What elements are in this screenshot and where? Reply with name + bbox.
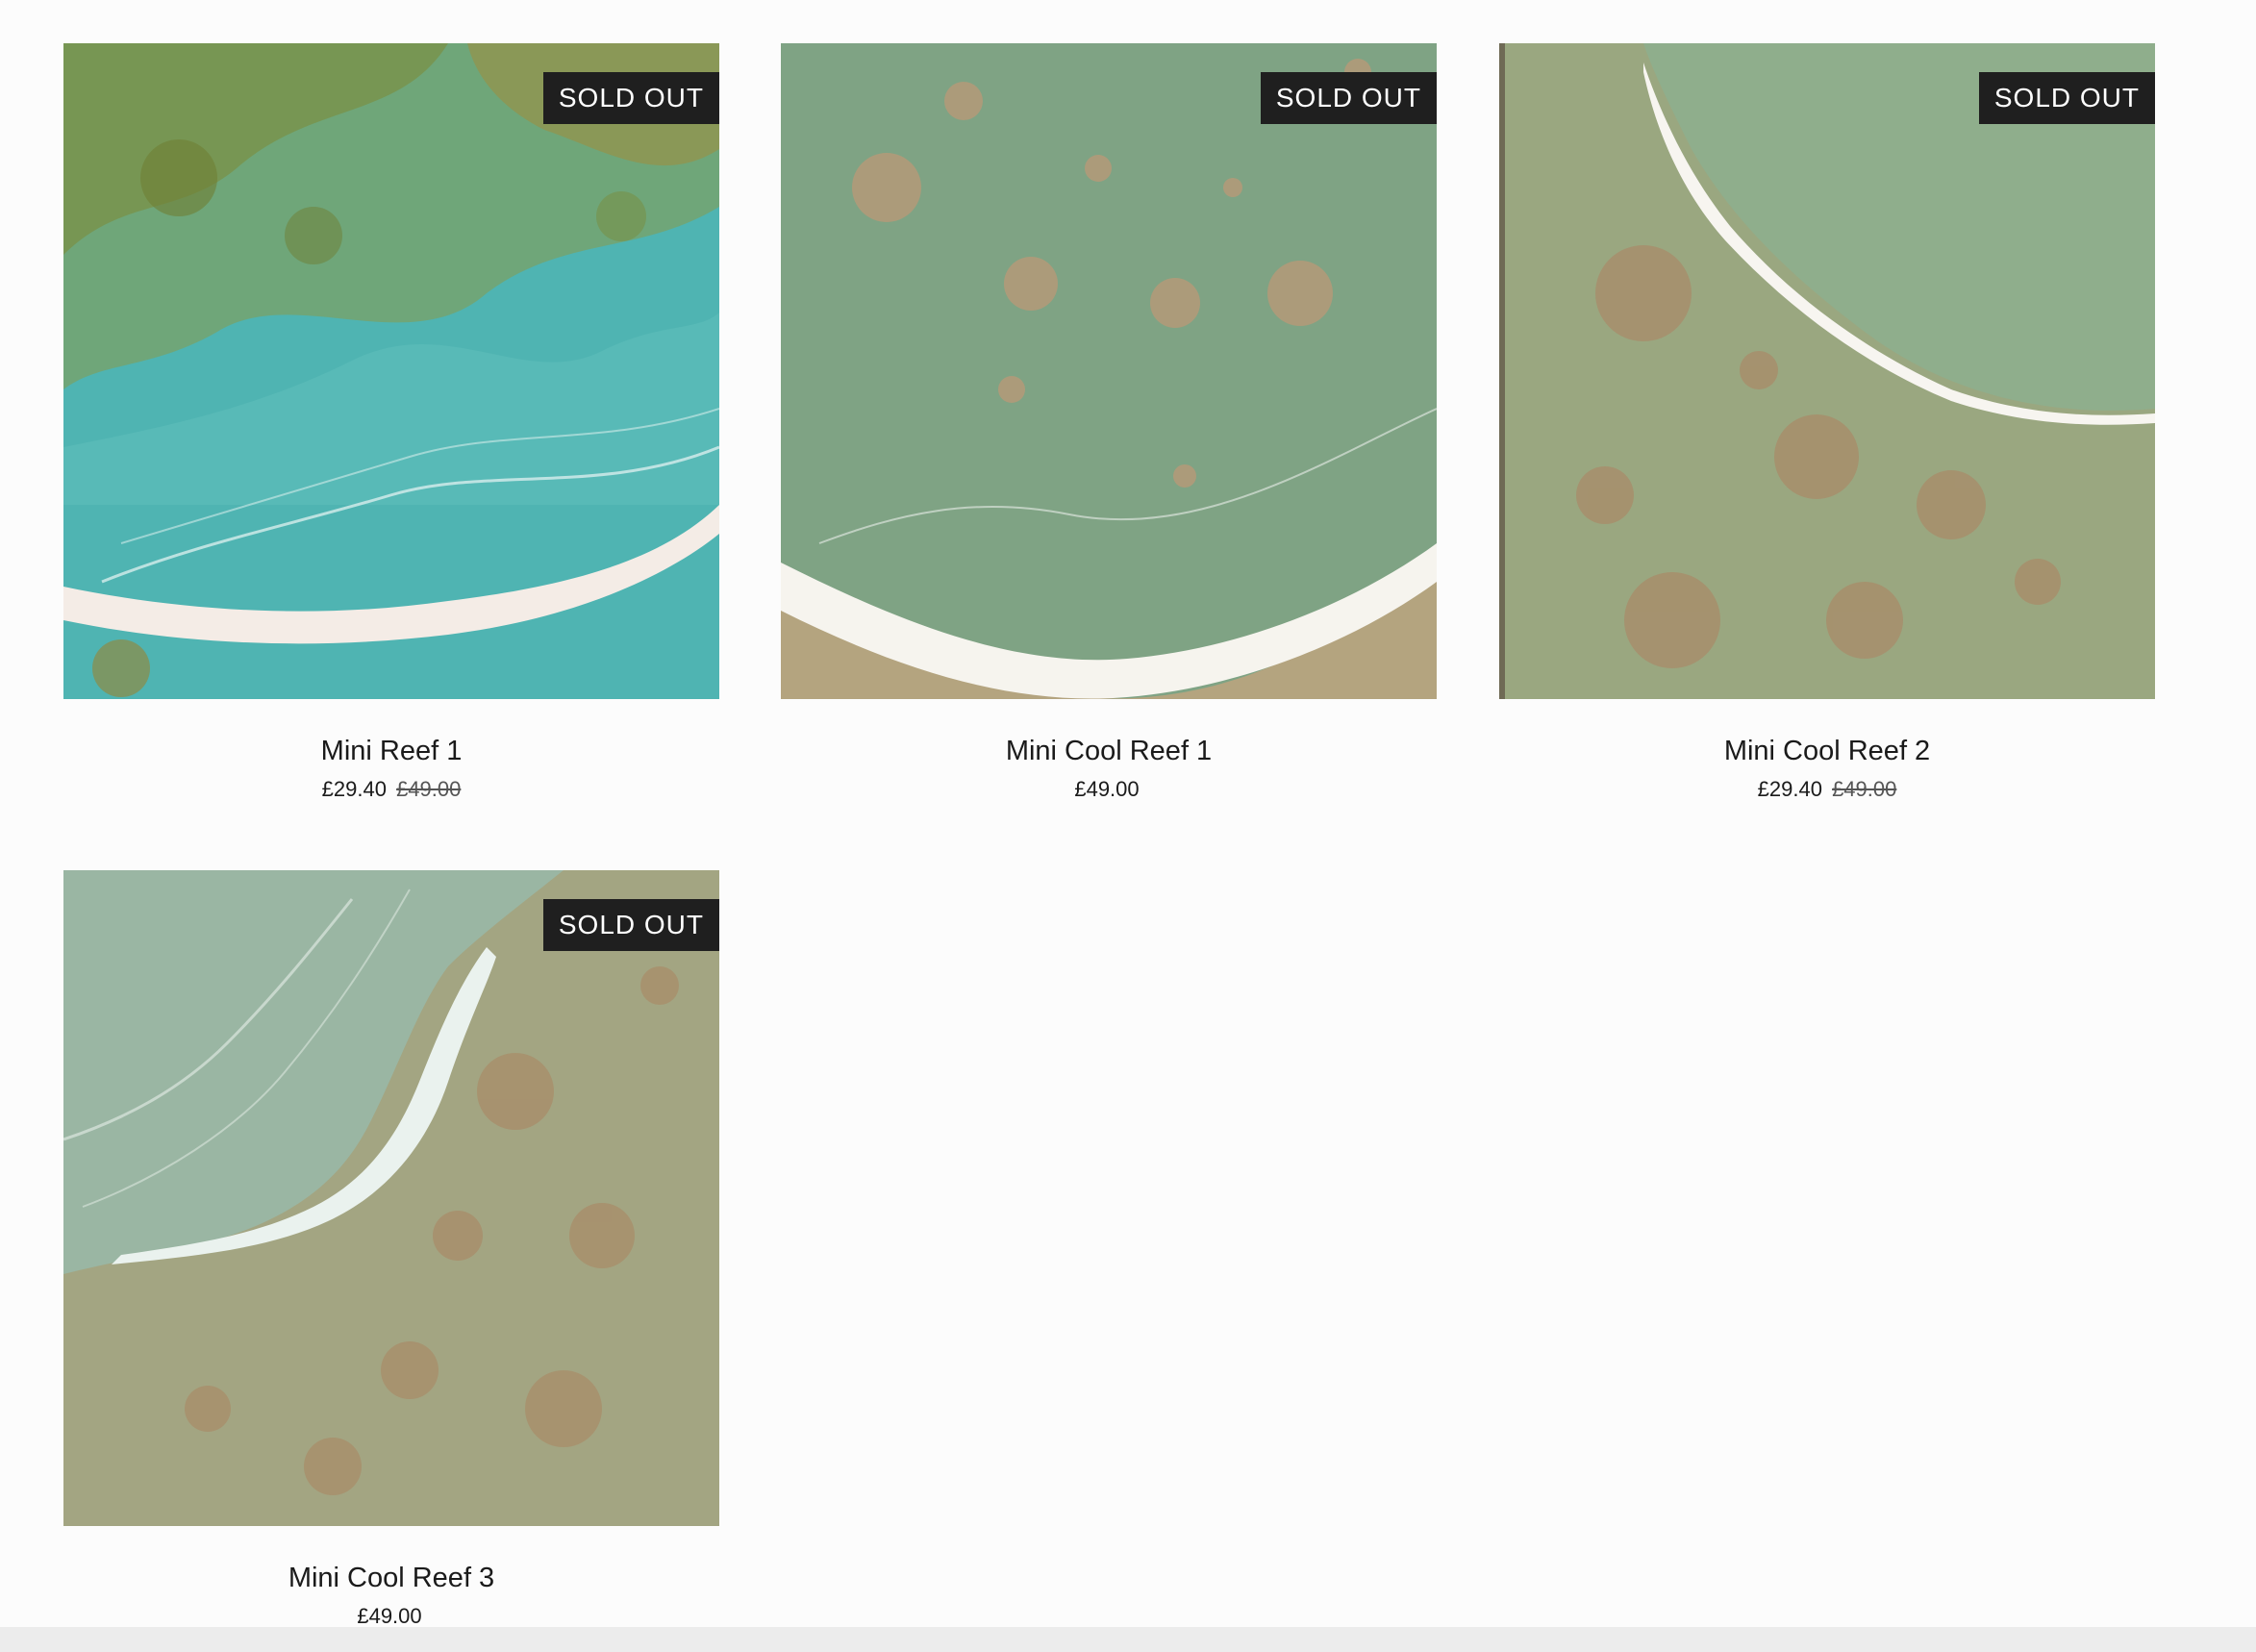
product-image[interactable]: SOLD OUT bbox=[63, 870, 719, 1526]
product-card[interactable]: SOLD OUT Mini Reef 1 £29.40 £49.00 bbox=[63, 43, 719, 802]
reef-artwork-image bbox=[63, 870, 719, 1526]
sale-price: £29.40 bbox=[1757, 777, 1822, 801]
product-title[interactable]: Mini Cool Reef 2 bbox=[1499, 736, 2155, 767]
product-title[interactable]: Mini Cool Reef 3 bbox=[63, 1563, 719, 1594]
compare-price: £49.00 bbox=[396, 777, 462, 801]
product-grid: SOLD OUT Mini Reef 1 £29.40 £49.00 SOLD … bbox=[0, 0, 2256, 1652]
reef-artwork-image bbox=[63, 43, 719, 699]
price-row: £29.40 £49.00 bbox=[63, 777, 719, 802]
product-title[interactable]: Mini Reef 1 bbox=[63, 736, 719, 767]
price-row: £49.00 bbox=[63, 1604, 719, 1629]
product-image[interactable]: SOLD OUT bbox=[63, 43, 719, 699]
product-card[interactable]: SOLD OUT Mini Cool Reef 3 £49.00 bbox=[63, 870, 719, 1629]
bottom-edge-bar bbox=[0, 1627, 2256, 1652]
sale-price: £29.40 bbox=[321, 777, 387, 801]
product-title[interactable]: Mini Cool Reef 1 bbox=[781, 736, 1437, 767]
product-card[interactable]: SOLD OUT Mini Cool Reef 2 £29.40 £49.00 bbox=[1499, 43, 2155, 802]
sold-out-badge: SOLD OUT bbox=[542, 72, 719, 124]
reef-artwork-image bbox=[1499, 43, 2155, 699]
sold-out-badge: SOLD OUT bbox=[1978, 72, 2155, 124]
product-image[interactable]: SOLD OUT bbox=[1499, 43, 2155, 699]
sale-price: £49.00 bbox=[1074, 777, 1140, 801]
sold-out-badge: SOLD OUT bbox=[542, 899, 719, 951]
reef-artwork-image bbox=[781, 43, 1437, 699]
product-image[interactable]: SOLD OUT bbox=[781, 43, 1437, 699]
price-row: £29.40 £49.00 bbox=[1499, 777, 2155, 802]
sold-out-badge: SOLD OUT bbox=[1260, 72, 1437, 124]
compare-price: £49.00 bbox=[1832, 777, 1897, 801]
product-card[interactable]: SOLD OUT Mini Cool Reef 1 £49.00 bbox=[781, 43, 1437, 802]
price-row: £49.00 bbox=[781, 777, 1437, 802]
sale-price: £49.00 bbox=[357, 1604, 422, 1628]
